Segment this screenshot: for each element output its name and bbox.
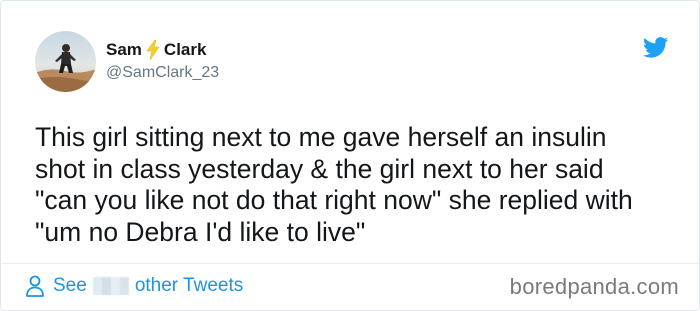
person-icon bbox=[25, 275, 45, 297]
tweet-text: This girl sitting next to me gave hersel… bbox=[35, 122, 633, 247]
redacted-count bbox=[92, 277, 129, 295]
divider bbox=[1, 263, 699, 264]
last-name: Clark bbox=[163, 39, 207, 59]
author-handle[interactable]: @SamClark_23 bbox=[106, 64, 219, 82]
tweet-header: Sam Clark @SamClark_23 bbox=[35, 31, 219, 92]
avatar-photo bbox=[35, 31, 96, 92]
tweet-card: Sam Clark @SamClark_23 This girl sitting… bbox=[0, 0, 700, 311]
twitter-bird-icon[interactable] bbox=[642, 37, 669, 58]
display-name[interactable]: Sam Clark bbox=[106, 39, 219, 60]
author-names: Sam Clark @SamClark_23 bbox=[106, 39, 219, 82]
first-name: Sam bbox=[106, 39, 142, 59]
other-tweets-label: other Tweets bbox=[134, 275, 244, 296]
see-other-tweets-link[interactable]: See other Tweets bbox=[25, 274, 243, 298]
boredpanda-watermark: boredpanda.com bbox=[509, 274, 679, 299]
avatar[interactable] bbox=[35, 31, 96, 92]
lightning-bolt-icon bbox=[145, 39, 161, 60]
see-label: See bbox=[53, 275, 87, 296]
